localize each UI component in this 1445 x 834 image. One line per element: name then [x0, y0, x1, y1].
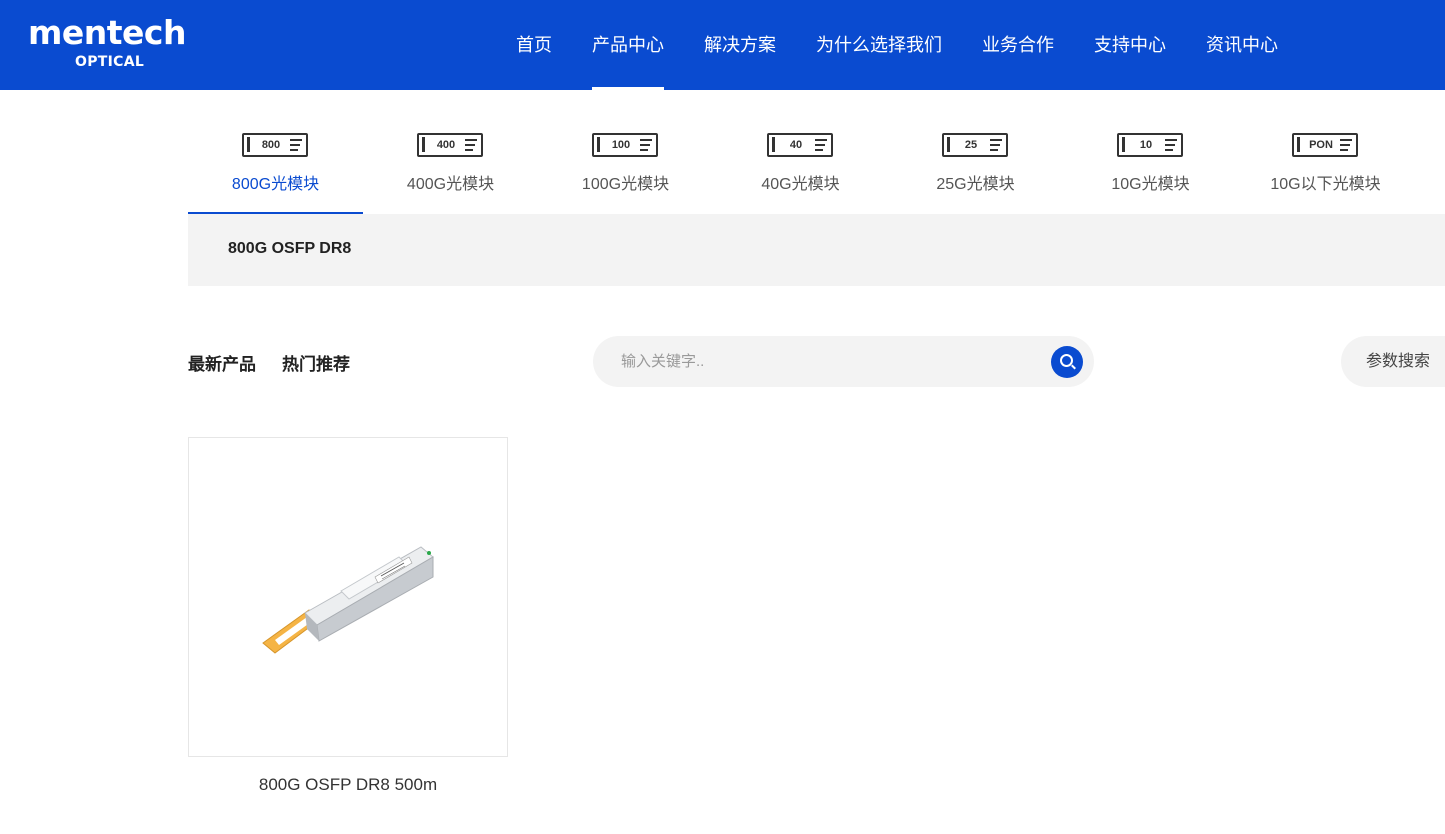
nav-item-news[interactable]: 资讯中心	[1186, 0, 1298, 90]
transceiver-40-icon: 40	[767, 133, 833, 157]
tab-800g[interactable]: 800 800G光模块	[188, 90, 363, 214]
nav-item-cooperation[interactable]: 业务合作	[962, 0, 1074, 90]
tab-10g[interactable]: 10 10G光模块	[1063, 90, 1238, 214]
tab-label: 10G以下光模块	[1270, 176, 1381, 193]
search-button[interactable]	[1051, 346, 1083, 378]
transceiver-800-icon: 800	[242, 133, 308, 157]
nav-item-why-us[interactable]: 为什么选择我们	[796, 0, 962, 90]
subcategory-bar: 800G OSFP DR8	[188, 214, 1445, 286]
filter-newest[interactable]: 最新产品	[188, 350, 256, 375]
logo-wordmark: mentech	[28, 13, 186, 52]
transceiver-25-icon: 25	[942, 133, 1008, 157]
tab-400g[interactable]: 400 400G光模块	[363, 90, 538, 214]
transceiver-10-icon: 10	[1117, 133, 1183, 157]
category-tabs: 800 800G光模块 400 400G光模块 100 100G光模块 40 4…	[188, 90, 1445, 214]
nav-item-home[interactable]: 首页	[496, 0, 572, 90]
tab-40g[interactable]: 40 40G光模块	[713, 90, 888, 214]
tab-100g[interactable]: 100 100G光模块	[538, 90, 713, 214]
osfp-transceiver-image	[262, 546, 434, 654]
transceiver-100-icon: 100	[592, 133, 658, 157]
search-box	[593, 336, 1094, 387]
site-header: mentech OPTICAL 首页 产品中心 解决方案 为什么选择我们 业务合…	[0, 0, 1445, 90]
nav-item-solutions[interactable]: 解决方案	[684, 0, 796, 90]
param-search-button[interactable]: 参数搜索	[1341, 336, 1445, 387]
mentech-logo[interactable]: mentech OPTICAL	[28, 13, 186, 71]
tab-label: 800G光模块	[231, 176, 320, 193]
tab-label: 10G光模块	[1111, 176, 1190, 193]
tab-label: 25G光模块	[936, 176, 1015, 193]
subcategory-item[interactable]: 800G OSFP DR8	[228, 240, 351, 258]
search-input[interactable]	[621, 336, 1041, 387]
product-name[interactable]: 800G OSFP DR8 500m	[188, 775, 508, 795]
main-nav: 首页 产品中心 解决方案 为什么选择我们 业务合作 支持中心 资讯中心	[496, 0, 1298, 90]
tab-label: 40G光模块	[761, 176, 840, 193]
tab-25g[interactable]: 25 25G光模块	[888, 90, 1063, 214]
logo-subtitle: OPTICAL	[75, 54, 145, 70]
nav-item-support[interactable]: 支持中心	[1074, 0, 1186, 90]
product-card[interactable]	[188, 437, 508, 757]
transceiver-pon-icon: PON	[1292, 133, 1358, 157]
tab-label: 100G光模块	[581, 176, 670, 193]
transceiver-400-icon: 400	[417, 133, 483, 157]
filter-hot[interactable]: 热门推荐	[282, 350, 350, 375]
nav-item-products[interactable]: 产品中心	[572, 0, 684, 90]
tab-label: 400G光模块	[406, 176, 495, 193]
tab-below-10g[interactable]: PON 10G以下光模块	[1238, 90, 1413, 214]
